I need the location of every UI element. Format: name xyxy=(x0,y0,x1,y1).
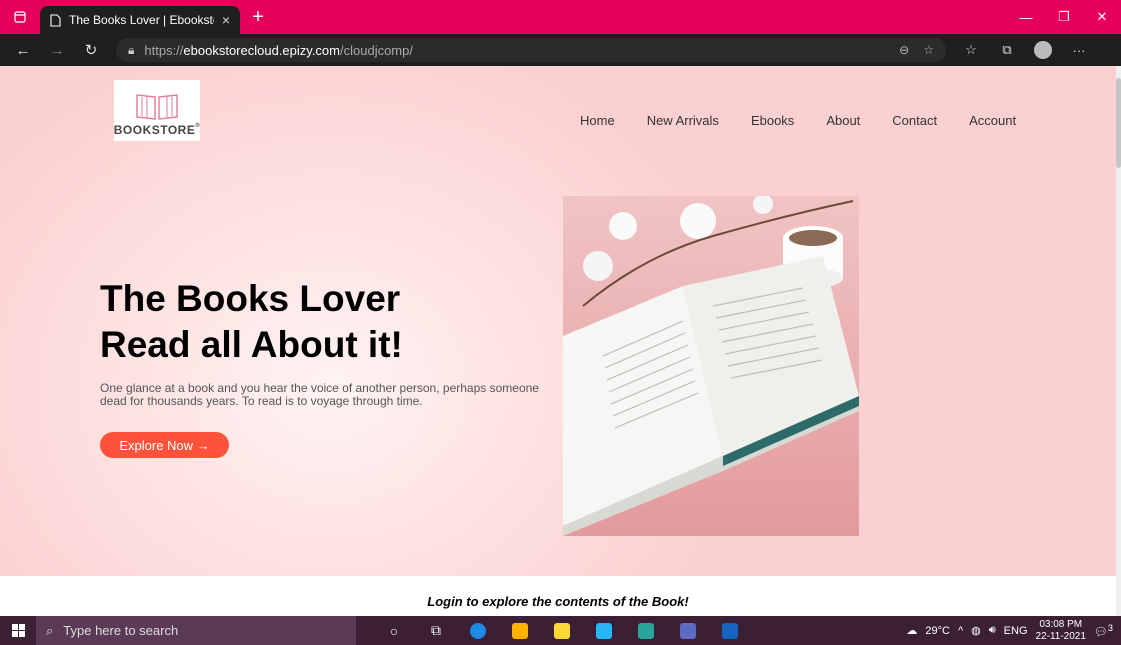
start-button[interactable] xyxy=(0,616,36,645)
notification-count: 3 xyxy=(1107,622,1113,633)
task-view-icon[interactable]: ⧉ xyxy=(418,616,454,645)
minimize-icon[interactable]: — xyxy=(1007,0,1045,34)
new-tab-button[interactable]: + xyxy=(244,3,272,31)
explore-now-button[interactable]: Explore Now → xyxy=(100,432,229,458)
weather-icon[interactable]: ☁ xyxy=(906,624,917,637)
collections-icon[interactable]: ⧉ xyxy=(992,37,1022,63)
nav-account[interactable]: Account xyxy=(969,113,1016,128)
address-bar[interactable]: 🔒︎ https://ebookstorecloud.epizy.com/clo… xyxy=(116,38,946,62)
windows-logo-icon xyxy=(11,624,25,637)
back-icon[interactable]: ← xyxy=(8,37,38,63)
clock[interactable]: 03:08 PM 22-11-2021 xyxy=(1036,619,1086,643)
hero-headline: The Books Lover Read all About it! xyxy=(100,278,403,365)
tab-actions-icon xyxy=(14,11,26,23)
url-text: https://ebookstorecloud.epizy.com/cloudj… xyxy=(144,42,413,58)
edge-browser-icon[interactable] xyxy=(460,616,496,645)
browser-titlebar: The Books Lover | Ebookstore × + — ❐ ✕ xyxy=(0,0,1121,34)
page-icon xyxy=(50,13,61,27)
book-logo-icon xyxy=(136,94,178,120)
site-logo[interactable]: BOOKSTORE® xyxy=(114,80,200,141)
nav-home[interactable]: Home xyxy=(580,113,615,128)
mail-icon[interactable] xyxy=(586,616,622,645)
notification-icon[interactable]: 💬︎3 xyxy=(1094,623,1113,639)
refresh-icon[interactable]: ↻ xyxy=(76,37,106,63)
nav-contact[interactable]: Contact xyxy=(892,113,937,128)
more-options-icon[interactable]: ··· xyxy=(1064,37,1094,63)
close-window-icon[interactable]: ✕ xyxy=(1083,0,1121,34)
nav-new-arrivals[interactable]: New Arrivals xyxy=(647,113,719,128)
taskbar-search[interactable]: ⌕ Type here to search xyxy=(36,616,356,645)
network-icon[interactable]: ◍ xyxy=(971,624,981,637)
nav-ebooks[interactable]: Ebooks xyxy=(751,113,794,128)
nav-about[interactable]: About xyxy=(826,113,860,128)
lens-app-icon[interactable] xyxy=(628,616,664,645)
weather-temp[interactable]: 29°C xyxy=(925,625,950,637)
taskbar-apps: ○ ⧉ xyxy=(376,616,748,645)
language-indicator[interactable]: ENG xyxy=(1004,625,1028,637)
file-explorer-icon[interactable] xyxy=(544,616,580,645)
volume-icon[interactable]: 🔊︎ xyxy=(989,624,996,637)
cortana-icon[interactable]: ○ xyxy=(376,616,412,645)
forward-icon[interactable]: → xyxy=(42,37,72,63)
main-nav: Home New Arrivals Ebooks About Contact A… xyxy=(580,113,1016,128)
tab-close-icon[interactable]: × xyxy=(222,12,230,28)
open-book-illustration xyxy=(563,196,859,536)
word-icon[interactable] xyxy=(712,616,748,645)
page-scrollbar[interactable] xyxy=(1116,66,1121,616)
browser-toolbar: ← → ↻ 🔒︎ https://ebookstorecloud.epizy.c… xyxy=(0,34,1121,66)
taskbar-search-placeholder: Type here to search xyxy=(63,623,179,638)
login-banner-text: Login to explore the contents of the Boo… xyxy=(427,593,689,609)
logo-text: BOOKSTORE® xyxy=(113,123,201,137)
search-icon: ⌕ xyxy=(46,622,54,638)
store-icon[interactable] xyxy=(502,616,538,645)
scrollbar-thumb[interactable] xyxy=(1116,78,1121,168)
login-banner: Login to explore the contents of the Boo… xyxy=(0,576,1116,616)
web-page: BOOKSTORE® Home New Arrivals Ebooks Abou… xyxy=(0,66,1121,616)
hero-section: BOOKSTORE® Home New Arrivals Ebooks Abou… xyxy=(0,66,1116,576)
windows-taskbar: ⌕ Type here to search ○ ⧉ ☁ 29°C ^ ◍ 🔊︎ … xyxy=(0,616,1121,645)
teams-icon[interactable] xyxy=(670,616,706,645)
profile-avatar[interactable] xyxy=(1034,41,1052,59)
system-tray: ☁ 29°C ^ ◍ 🔊︎ ENG 03:08 PM 22-11-2021 💬︎… xyxy=(906,619,1121,643)
browser-tab-active[interactable]: The Books Lover | Ebookstore × xyxy=(40,6,240,34)
window-controls: — ❐ ✕ xyxy=(1007,0,1121,34)
add-favorite-icon[interactable]: ☆ xyxy=(923,43,934,57)
lock-icon: 🔒︎ xyxy=(128,42,135,57)
hero-book-image xyxy=(563,196,859,536)
zoom-icon[interactable]: ⊖ xyxy=(899,43,909,57)
restore-icon[interactable]: ❐ xyxy=(1045,0,1083,34)
tab-title: The Books Lover | Ebookstore xyxy=(69,13,214,27)
tray-chevron-icon[interactable]: ^ xyxy=(958,625,963,637)
favorites-icon[interactable]: ☆ xyxy=(956,37,986,63)
tab-actions-button[interactable] xyxy=(0,0,40,34)
hero-description: One glance at a book and you hear the vo… xyxy=(100,381,539,408)
